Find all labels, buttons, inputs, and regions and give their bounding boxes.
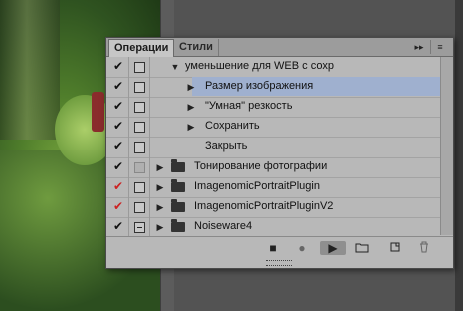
- dialog-toggle-box[interactable]: [134, 202, 145, 213]
- stop-icon[interactable]: ■: [265, 241, 281, 255]
- toggle-item-checkmark-icon[interactable]: ✔: [112, 80, 124, 92]
- column-divider: [149, 97, 150, 117]
- panel-resize-grip[interactable]: [266, 260, 292, 266]
- expand-right-icon[interactable]: ▶: [186, 122, 196, 132]
- photo-tree-trunk: [0, 0, 60, 140]
- expand-right-icon[interactable]: ▶: [155, 162, 165, 172]
- action-label: "Умная" резкость: [205, 100, 293, 112]
- expand-right-icon[interactable]: ▶: [155, 222, 165, 232]
- column-divider: [128, 77, 129, 97]
- column-divider: [128, 97, 129, 117]
- actions-panel: Операции Стили ▸▸ ≡ ✔ ▼ уменьшение для WEB…: [105, 37, 454, 269]
- collapse-icon[interactable]: ▸▸: [411, 40, 427, 54]
- dialog-toggle-box[interactable]: [134, 162, 145, 173]
- action-label: Сохранить: [205, 120, 260, 132]
- toggle-item-checkmark-icon[interactable]: ✔: [112, 220, 124, 232]
- new-set-icon[interactable]: [354, 241, 370, 255]
- column-divider: [128, 57, 129, 77]
- dialog-toggle-box[interactable]: [134, 222, 145, 233]
- play-icon[interactable]: ▶: [320, 241, 346, 255]
- action-row[interactable]: ✔ ▼ уменьшение для WEB с сохр: [106, 57, 453, 78]
- action-row[interactable]: ✔ Закрыть: [106, 137, 453, 158]
- folder-icon: [171, 199, 185, 212]
- column-divider: [149, 217, 150, 237]
- folder-icon: [355, 243, 369, 253]
- dialog-toggle-box[interactable]: [134, 62, 145, 73]
- folder-icon: [171, 159, 185, 172]
- column-divider: [149, 77, 150, 97]
- toggle-item-checkmark-icon[interactable]: ✔: [112, 180, 124, 192]
- action-set-label: ImagenomicPortraitPlugin: [194, 180, 320, 192]
- panel-menu-icon[interactable]: ≡: [430, 40, 449, 54]
- action-label: Размер изображения: [205, 80, 314, 92]
- record-icon[interactable]: ●: [294, 241, 310, 255]
- column-divider: [149, 197, 150, 217]
- action-set-label: Тонирование фотографии: [194, 160, 328, 172]
- action-label: уменьшение для WEB с сохр: [185, 60, 334, 72]
- action-row[interactable]: ✔ ▶ Сохранить: [106, 117, 453, 138]
- column-divider: [128, 137, 129, 157]
- new-action-icon[interactable]: [387, 241, 403, 255]
- action-set-label: Noiseware4: [194, 220, 253, 232]
- photo-figure: [92, 92, 104, 132]
- action-row[interactable]: ✔ ▶ "Умная" резкость: [106, 97, 453, 118]
- action-set-row[interactable]: ✔ ▶ Noiseware4: [106, 217, 453, 238]
- folder-icon: [171, 219, 185, 232]
- action-set-row[interactable]: ✔ ▶ Тонирование фотографии: [106, 157, 453, 178]
- column-divider: [128, 177, 129, 197]
- column-divider: [128, 157, 129, 177]
- column-divider: [149, 137, 150, 157]
- action-label: Закрыть: [205, 140, 248, 152]
- toggle-item-checkmark-icon[interactable]: ✔: [112, 160, 124, 172]
- column-divider: [128, 217, 129, 237]
- column-divider: [128, 117, 129, 137]
- column-divider: [149, 177, 150, 197]
- actions-scrollbar[interactable]: [440, 57, 453, 235]
- action-set-row[interactable]: ✔ ▶ ImagenomicPortraitPluginV2: [106, 197, 453, 218]
- column-divider: [149, 157, 150, 177]
- dialog-toggle-box[interactable]: [134, 82, 145, 93]
- action-row[interactable]: ✔ ▶ Размер изображения: [106, 77, 453, 98]
- actions-toolbar: ■ ● ▶: [106, 236, 453, 259]
- expand-right-icon[interactable]: ▶: [155, 182, 165, 192]
- panel-tabbar: Операции Стили ▸▸ ≡: [106, 38, 453, 57]
- column-divider: [149, 57, 150, 77]
- toggle-item-checkmark-icon[interactable]: ✔: [112, 100, 124, 112]
- action-set-label: ImagenomicPortraitPluginV2: [194, 200, 334, 212]
- dialog-toggle-box[interactable]: [134, 182, 145, 193]
- expand-down-icon[interactable]: ▼: [170, 62, 180, 72]
- dialog-toggle-box[interactable]: [134, 102, 145, 113]
- column-divider: [149, 117, 150, 137]
- column-divider: [128, 197, 129, 217]
- expand-right-icon[interactable]: ▶: [186, 102, 196, 112]
- dialog-toggle-box[interactable]: [134, 122, 145, 133]
- expand-right-icon[interactable]: ▶: [186, 82, 196, 92]
- side-dock: [455, 0, 463, 311]
- tab-styles[interactable]: Стили: [174, 39, 219, 56]
- action-set-row[interactable]: ✔ ▶ ImagenomicPortraitPlugin: [106, 177, 453, 198]
- delete-icon[interactable]: [416, 241, 432, 255]
- photoshop-workspace: Операции Стили ▸▸ ≡ ✔ ▼ уменьшение для WEB…: [0, 0, 463, 311]
- toggle-item-checkmark-icon[interactable]: ✔: [112, 60, 124, 72]
- trash-icon: [420, 241, 428, 253]
- folder-icon: [171, 179, 185, 192]
- toggle-item-checkmark-icon[interactable]: ✔: [112, 140, 124, 152]
- dialog-toggle-box[interactable]: [134, 142, 145, 153]
- toggle-item-checkmark-icon[interactable]: ✔: [112, 200, 124, 212]
- expand-right-icon[interactable]: ▶: [155, 202, 165, 212]
- tab-actions[interactable]: Операции: [108, 39, 175, 57]
- new-page-icon: [390, 242, 400, 252]
- toggle-item-checkmark-icon[interactable]: ✔: [112, 120, 124, 132]
